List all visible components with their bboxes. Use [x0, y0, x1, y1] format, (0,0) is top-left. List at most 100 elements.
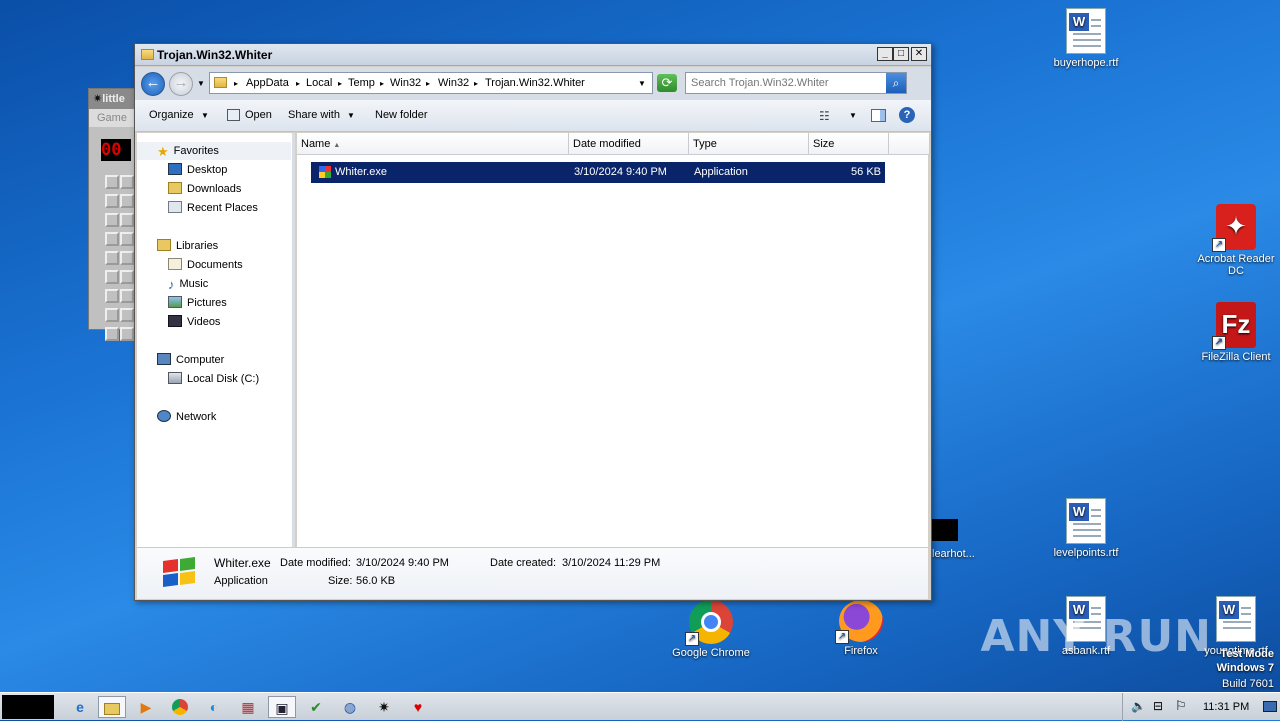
address-dropdown-chevron-icon[interactable]: ▼	[638, 79, 646, 88]
desktop-icon	[168, 163, 182, 175]
volume-icon[interactable]: 🔈	[1131, 699, 1146, 713]
desktop-icon-filezilla[interactable]: Fz ↗ FileZilla Client	[1197, 302, 1275, 363]
mine-grid[interactable]	[105, 175, 135, 346]
search-box[interactable]: ⌕	[685, 72, 907, 94]
preview-pane-icon[interactable]	[871, 109, 886, 122]
breadcrumb-local[interactable]: Local	[306, 77, 332, 89]
share-with-dropdown-icon[interactable]: ▼	[347, 111, 355, 120]
column-header-size[interactable]: Size	[809, 133, 889, 155]
help-icon[interactable]: ?	[899, 107, 915, 123]
taskbar-edge-icon[interactable]: ◐	[200, 696, 228, 718]
minesweeper-titlebar[interactable]: ✷little	[89, 89, 137, 109]
refresh-button[interactable]: ⟳	[657, 74, 677, 92]
nav-documents[interactable]: Documents	[168, 256, 243, 274]
clock[interactable]: 11:31 PM	[1203, 701, 1249, 713]
recent-pages-chevron-icon[interactable]: ▼	[197, 79, 205, 88]
taskbar-app-globe-icon[interactable]: ◍	[336, 696, 364, 718]
forward-arrow-icon: →	[173, 74, 189, 91]
action-center-flag-icon[interactable]: ⚐	[1175, 698, 1187, 714]
details-file-type: Application	[214, 575, 268, 587]
nav-desktop[interactable]: Desktop	[168, 161, 227, 179]
explorer-window[interactable]: Trojan.Win32.Whiter _ □ ✕ ← → ▼ ▸ AppDat…	[134, 43, 932, 601]
column-header-name[interactable]: Name ▲	[297, 133, 569, 155]
desktop-icon-chrome[interactable]: ↗ Google Chrome	[672, 600, 750, 659]
chrome-icon: ↗	[685, 600, 733, 646]
maximize-button[interactable]: □	[893, 47, 909, 61]
address-bar[interactable]: ▸ AppData ▸ Local ▸ Temp ▸ Win32 ▸ Win32…	[209, 72, 653, 94]
shortcut-arrow-icon: ↗	[1212, 238, 1226, 252]
nav-libraries[interactable]: Libraries	[157, 237, 218, 255]
organize-dropdown-icon[interactable]: ▼	[201, 111, 209, 120]
desktop-icon-firefox[interactable]: ↗ Firefox	[822, 600, 900, 657]
taskbar-heart-icon[interactable]: ♥	[404, 696, 432, 718]
nav-favorites[interactable]: ★ Favorites	[137, 142, 291, 160]
navigation-pane[interactable]: ★ Favorites Desktop Downloads Recent Plac…	[137, 133, 295, 547]
desktop-icon-label: buyerhope.rtf	[1053, 57, 1119, 69]
back-button[interactable]: ←	[141, 72, 165, 96]
minesweeper-game-menu[interactable]: Game	[89, 109, 137, 127]
breadcrumb-separator-icon[interactable]: ▸	[338, 79, 342, 88]
close-button[interactable]: ✕	[911, 47, 927, 61]
breadcrumb-appdata[interactable]: AppData	[246, 77, 289, 89]
taskbar-app-grid-icon[interactable]: ▦	[234, 696, 262, 718]
nav-local-disk[interactable]: Local Disk (C:)	[168, 370, 259, 388]
breadcrumb-chevron-icon[interactable]: ▸	[234, 79, 238, 88]
nav-computer[interactable]: Computer	[157, 351, 224, 369]
nav-music[interactable]: ♪ Music	[168, 275, 208, 293]
breadcrumb-current[interactable]: Trojan.Win32.Whiter	[485, 77, 585, 89]
taskbar-app-window-icon[interactable]: ▣	[268, 696, 296, 718]
desktop-icon-label: FileZilla Client	[1201, 351, 1271, 363]
breadcrumb-separator-icon[interactable]: ▸	[426, 79, 430, 88]
minesweeper-window[interactable]: ✷little Game 00	[88, 88, 138, 341]
show-desktop-icon[interactable]	[1263, 701, 1277, 712]
view-dropdown-icon[interactable]: ▼	[849, 111, 857, 120]
breadcrumb-win32-2[interactable]: Win32	[438, 77, 469, 89]
forward-button[interactable]: →	[169, 72, 193, 96]
hard-drive-icon	[168, 372, 182, 384]
nav-downloads-label: Downloads	[187, 183, 242, 195]
nav-network[interactable]: Network	[157, 408, 216, 426]
desktop-icon-buyerhope[interactable]: W buyerhope.rtf	[1047, 8, 1125, 69]
open-button[interactable]: Open	[245, 109, 272, 121]
breadcrumb-separator-icon[interactable]: ▸	[296, 79, 300, 88]
desktop-icon-levelpoints[interactable]: W levelpoints.rtf	[1047, 498, 1125, 559]
explorer-titlebar[interactable]: Trojan.Win32.Whiter _ □ ✕	[135, 44, 931, 66]
breadcrumb-win32[interactable]: Win32	[390, 77, 421, 89]
organize-button[interactable]: Organize	[149, 109, 194, 121]
desktop-icon-label-partial[interactable]: learhot...	[932, 548, 975, 560]
videos-icon	[168, 315, 182, 327]
breadcrumb-separator-icon[interactable]: ▸	[474, 79, 478, 88]
details-date-created-label: Date created:	[490, 557, 557, 569]
taskbar-minesweeper-icon[interactable]: ✷	[370, 696, 398, 718]
breadcrumb-temp[interactable]: Temp	[348, 77, 375, 89]
bomb-icon: ✷	[93, 93, 103, 105]
column-header-type[interactable]: Type	[689, 133, 809, 155]
view-options-icon[interactable]: ☷	[819, 109, 830, 123]
column-header-date-modified[interactable]: Date modified	[569, 133, 689, 155]
nav-videos[interactable]: Videos	[168, 313, 220, 331]
taskbar-ie-icon[interactable]: e	[66, 696, 94, 718]
search-icon[interactable]: ⌕	[886, 73, 906, 93]
nav-libraries-label: Libraries	[176, 240, 219, 252]
nav-downloads[interactable]: Downloads	[168, 180, 241, 198]
share-with-button[interactable]: Share with	[288, 109, 340, 121]
search-input[interactable]	[691, 74, 887, 92]
back-arrow-icon: ←	[145, 74, 161, 91]
taskbar-app-check-icon[interactable]: ✔	[302, 696, 330, 718]
nav-videos-label: Videos	[187, 316, 221, 328]
file-list[interactable]: Name ▲ Date modified Type Size Whiter.ex…	[297, 133, 930, 547]
nav-pictures[interactable]: Pictures	[168, 294, 227, 312]
desktop-icon-acrobat[interactable]: ✦ ↗ Acrobat Reader DC	[1197, 204, 1275, 277]
start-button[interactable]	[2, 695, 54, 719]
file-row[interactable]: Whiter.exe 3/10/2024 9:40 PM Application…	[311, 162, 885, 183]
nav-recent-places[interactable]: Recent Places	[168, 199, 258, 217]
taskbar-chrome-icon[interactable]	[166, 696, 194, 718]
new-folder-button[interactable]: New folder	[375, 109, 428, 121]
windows-flag-icon	[159, 556, 199, 590]
network-tray-icon[interactable]: ⊟	[1153, 699, 1163, 713]
star-icon: ★	[157, 144, 169, 159]
taskbar-explorer-icon[interactable]	[98, 696, 126, 718]
breadcrumb-separator-icon[interactable]: ▸	[380, 79, 384, 88]
minimize-button[interactable]: _	[877, 47, 893, 61]
taskbar-media-player-icon[interactable]: ▶	[132, 696, 160, 718]
